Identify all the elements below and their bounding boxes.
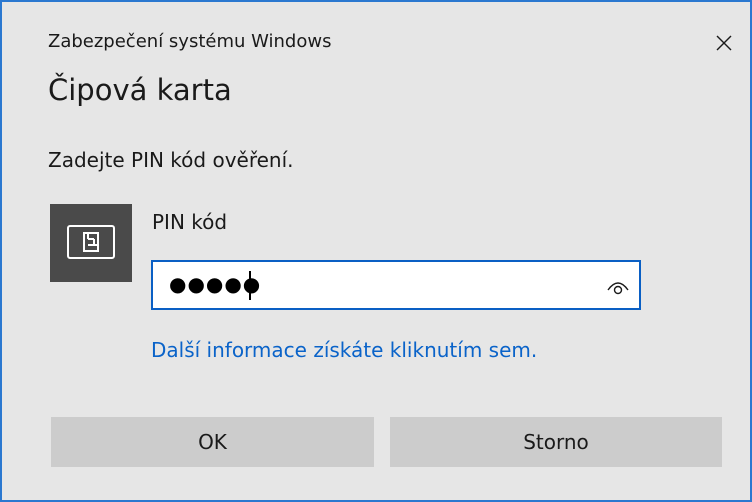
close-icon — [716, 35, 732, 51]
cancel-button[interactable]: Storno — [390, 417, 722, 467]
pin-label: PIN kód — [152, 210, 228, 234]
pin-prompt: Zadejte PIN kód ověření. — [48, 148, 294, 172]
pin-masked-value: ●●●●● — [169, 272, 262, 296]
ok-button[interactable]: OK — [51, 417, 374, 467]
smart-card-tile — [50, 204, 132, 282]
dialog-heading: Čipová karta — [48, 73, 232, 107]
eye-icon — [607, 282, 629, 295]
window-title: Zabezpečení systému Windows — [48, 31, 332, 52]
text-caret — [249, 271, 251, 300]
windows-security-dialog: Zabezpečení systému Windows Čipová karta… — [0, 0, 752, 502]
more-info-link[interactable]: Další informace získáte kliknutím sem. — [151, 338, 537, 362]
smart-card-icon — [67, 225, 115, 259]
close-button[interactable] — [707, 26, 741, 60]
pin-input[interactable]: ●●●●● — [151, 260, 641, 310]
reveal-pin-button[interactable] — [603, 272, 633, 300]
title-bar: Zabezpečení systému Windows — [2, 2, 750, 72]
